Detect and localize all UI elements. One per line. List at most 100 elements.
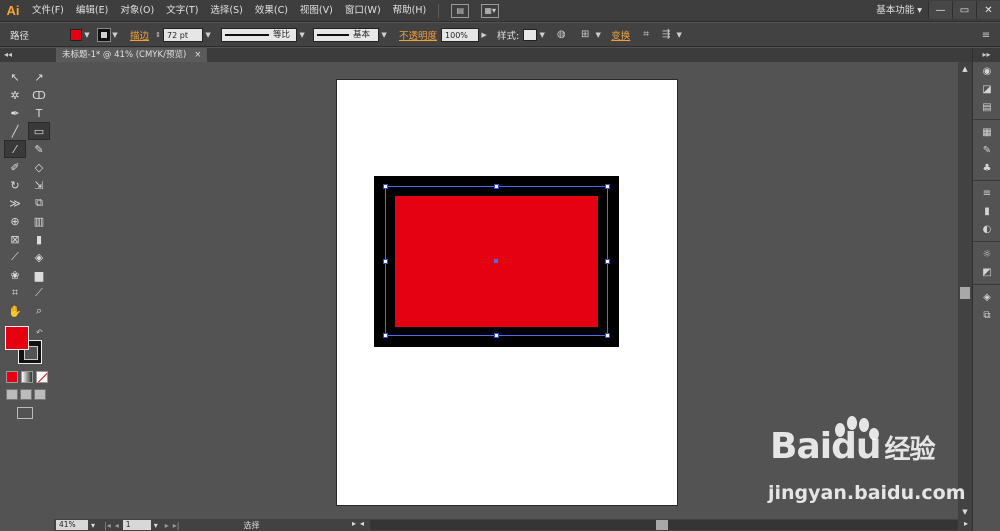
chevron-down-icon[interactable]: ▾ — [88, 521, 98, 530]
width-tool-icon[interactable]: ≫ — [4, 194, 26, 212]
rotate-tool-icon[interactable]: ↻ — [4, 176, 26, 194]
scroll-right-icon[interactable]: ▸ — [964, 519, 968, 528]
fill-color-box[interactable] — [5, 326, 29, 350]
menu-edit[interactable]: 编辑(E) — [70, 0, 114, 22]
swatches-panel-icon[interactable]: ▦ — [973, 123, 1000, 141]
chevron-right-icon[interactable]: ▸ — [352, 519, 356, 528]
first-artboard-icon[interactable]: |◂ — [104, 521, 111, 530]
previous-artboard-icon[interactable]: ◂ — [115, 521, 119, 530]
isolate-icon[interactable]: ⌗ — [638, 27, 654, 43]
slice-tool-icon[interactable]: ⟋ — [28, 284, 50, 302]
menu-view[interactable]: 视图(V) — [294, 0, 339, 22]
layers-panel-icon[interactable]: ◈ — [973, 288, 1000, 306]
line-tool-icon[interactable]: ╱ — [4, 122, 26, 140]
variable-width-profile-field[interactable]: 等比 — [221, 27, 298, 42]
brushes-panel-icon[interactable]: ✎ — [973, 141, 1000, 159]
scroll-left-icon[interactable]: ◂ — [360, 519, 364, 528]
handle-top-left[interactable] — [383, 184, 388, 189]
none-mode-icon[interactable] — [36, 371, 48, 383]
arrange-icon[interactable]: ⇶ — [658, 27, 674, 43]
lasso-tool-icon[interactable]: ↀ — [28, 86, 50, 104]
handle-top-right[interactable] — [605, 184, 610, 189]
close-icon[interactable]: × — [194, 48, 201, 62]
eraser-tool-icon[interactable]: ◇ — [28, 158, 50, 176]
artboards-panel-icon[interactable]: ⧉ — [973, 306, 1000, 324]
magic-wand-tool-icon[interactable]: ✲ — [4, 86, 26, 104]
handle-bottom-center[interactable] — [494, 333, 499, 338]
swap-fill-stroke-icon[interactable]: ↶ — [36, 328, 43, 337]
panel-menu-icon[interactable]: ≡ — [978, 27, 994, 43]
next-artboard-icon[interactable]: ▸ — [165, 521, 169, 530]
dock-expand-arrow[interactable]: ▸▸ — [973, 48, 1000, 62]
tools-collapse-arrow[interactable]: ◂◂ — [0, 48, 54, 62]
align-icon[interactable]: ⊞ — [577, 27, 593, 43]
zoom-field[interactable]: 41% — [56, 520, 88, 530]
kuler-icon[interactable]: ▤ — [973, 98, 1000, 116]
blob-brush-tool-icon[interactable]: ✐ — [4, 158, 26, 176]
graphic-style-swatch[interactable] — [523, 28, 538, 41]
paintbrush-tool-icon[interactable]: ⁄ — [4, 140, 26, 158]
stroke-panel-icon[interactable]: ≡ — [973, 184, 1000, 202]
fill-color-swatch[interactable] — [70, 28, 82, 41]
stroke-panel-link[interactable]: 描边 — [126, 28, 153, 42]
brush-definition-field[interactable]: 基本 — [313, 27, 380, 42]
transform-panel-link[interactable]: 变换 — [607, 28, 634, 42]
handle-middle-right[interactable] — [605, 259, 610, 264]
chevron-down-icon[interactable]: ▼ — [203, 28, 213, 42]
symbols-panel-icon[interactable]: ♣ — [973, 159, 1000, 177]
column-graph-tool-icon[interactable]: ▆ — [28, 266, 50, 284]
gradient-tool-icon[interactable]: ▮ — [28, 230, 50, 248]
blend-tool-icon[interactable]: ◈ — [28, 248, 50, 266]
gradient-panel-icon[interactable]: ▮ — [973, 202, 1000, 220]
rectangle-tool-icon[interactable]: ▭ — [28, 122, 50, 140]
artboard-number-field[interactable]: 1 — [122, 520, 151, 530]
workspace-switcher[interactable]: 基本功能 ▾ — [876, 0, 922, 22]
chevron-down-icon[interactable]: ▾ — [151, 521, 161, 530]
last-artboard-icon[interactable]: ▸| — [173, 521, 180, 530]
handle-middle-left[interactable] — [383, 259, 388, 264]
stroke-color-swatch[interactable] — [97, 27, 111, 42]
chevron-down-icon[interactable]: ▼ — [593, 28, 603, 42]
recolor-artwork-icon[interactable]: ◍ — [553, 27, 569, 43]
screen-mode-icon[interactable] — [17, 407, 33, 419]
stepper-icon[interactable]: ⇕ — [153, 28, 163, 42]
minimize-button[interactable]: — — [928, 1, 952, 19]
gradient-mode-icon[interactable] — [21, 371, 33, 383]
chevron-down-icon[interactable]: ▼ — [537, 28, 547, 42]
arrange-documents-icon[interactable]: ▦▾ — [481, 3, 500, 18]
handle-bottom-right[interactable] — [605, 333, 610, 338]
restore-button[interactable]: ▭ — [952, 1, 976, 19]
scale-tool-icon[interactable]: ⇲ — [28, 176, 50, 194]
graphic-styles-panel-icon[interactable]: ◩ — [973, 263, 1000, 281]
type-tool-icon[interactable]: T — [28, 104, 50, 122]
selection-tool-icon[interactable]: ↖ — [4, 68, 26, 86]
draw-normal-icon[interactable] — [6, 389, 18, 400]
chevron-down-icon[interactable]: ▼ — [110, 28, 120, 42]
artboard-tool-icon[interactable]: ⌗ — [4, 284, 26, 302]
menu-effect[interactable]: 效果(C) — [249, 0, 294, 22]
horizontal-scroll-thumb[interactable] — [656, 520, 668, 530]
menu-file[interactable]: 文件(F) — [26, 0, 70, 22]
transparency-panel-icon[interactable]: ◐ — [973, 220, 1000, 238]
zoom-tool-icon[interactable]: ⌕ — [28, 302, 50, 320]
color-mode-icon[interactable] — [6, 371, 18, 383]
handle-bottom-left[interactable] — [383, 333, 388, 338]
vertical-scroll-thumb[interactable] — [960, 287, 970, 299]
chevron-down-icon[interactable]: ▼ — [674, 28, 684, 42]
color-panel-icon[interactable]: ◉ — [973, 62, 1000, 80]
chevron-down-icon[interactable]: ▼ — [297, 28, 307, 42]
document-tab[interactable]: 未标题-1* @ 41% (CMYK/预览) × — [56, 48, 208, 62]
shape-builder-tool-icon[interactable]: ⊕ — [4, 212, 26, 230]
pencil-tool-icon[interactable]: ✎ — [28, 140, 50, 158]
close-button[interactable]: ✕ — [976, 1, 1000, 19]
stroke-weight-field[interactable]: 72 pt — [163, 27, 204, 42]
mesh-tool-icon[interactable]: ⊠ — [4, 230, 26, 248]
chevron-down-icon[interactable]: ▼ — [379, 28, 389, 42]
menu-select[interactable]: 选择(S) — [204, 0, 248, 22]
menu-object[interactable]: 对象(O) — [114, 0, 160, 22]
horizontal-scrollbar[interactable] — [370, 520, 958, 530]
draw-inside-icon[interactable] — [34, 389, 46, 400]
eyedropper-tool-icon[interactable]: ⟋ — [4, 248, 26, 266]
hand-tool-icon[interactable]: ✋ — [4, 302, 26, 320]
menu-help[interactable]: 帮助(H) — [387, 0, 433, 22]
